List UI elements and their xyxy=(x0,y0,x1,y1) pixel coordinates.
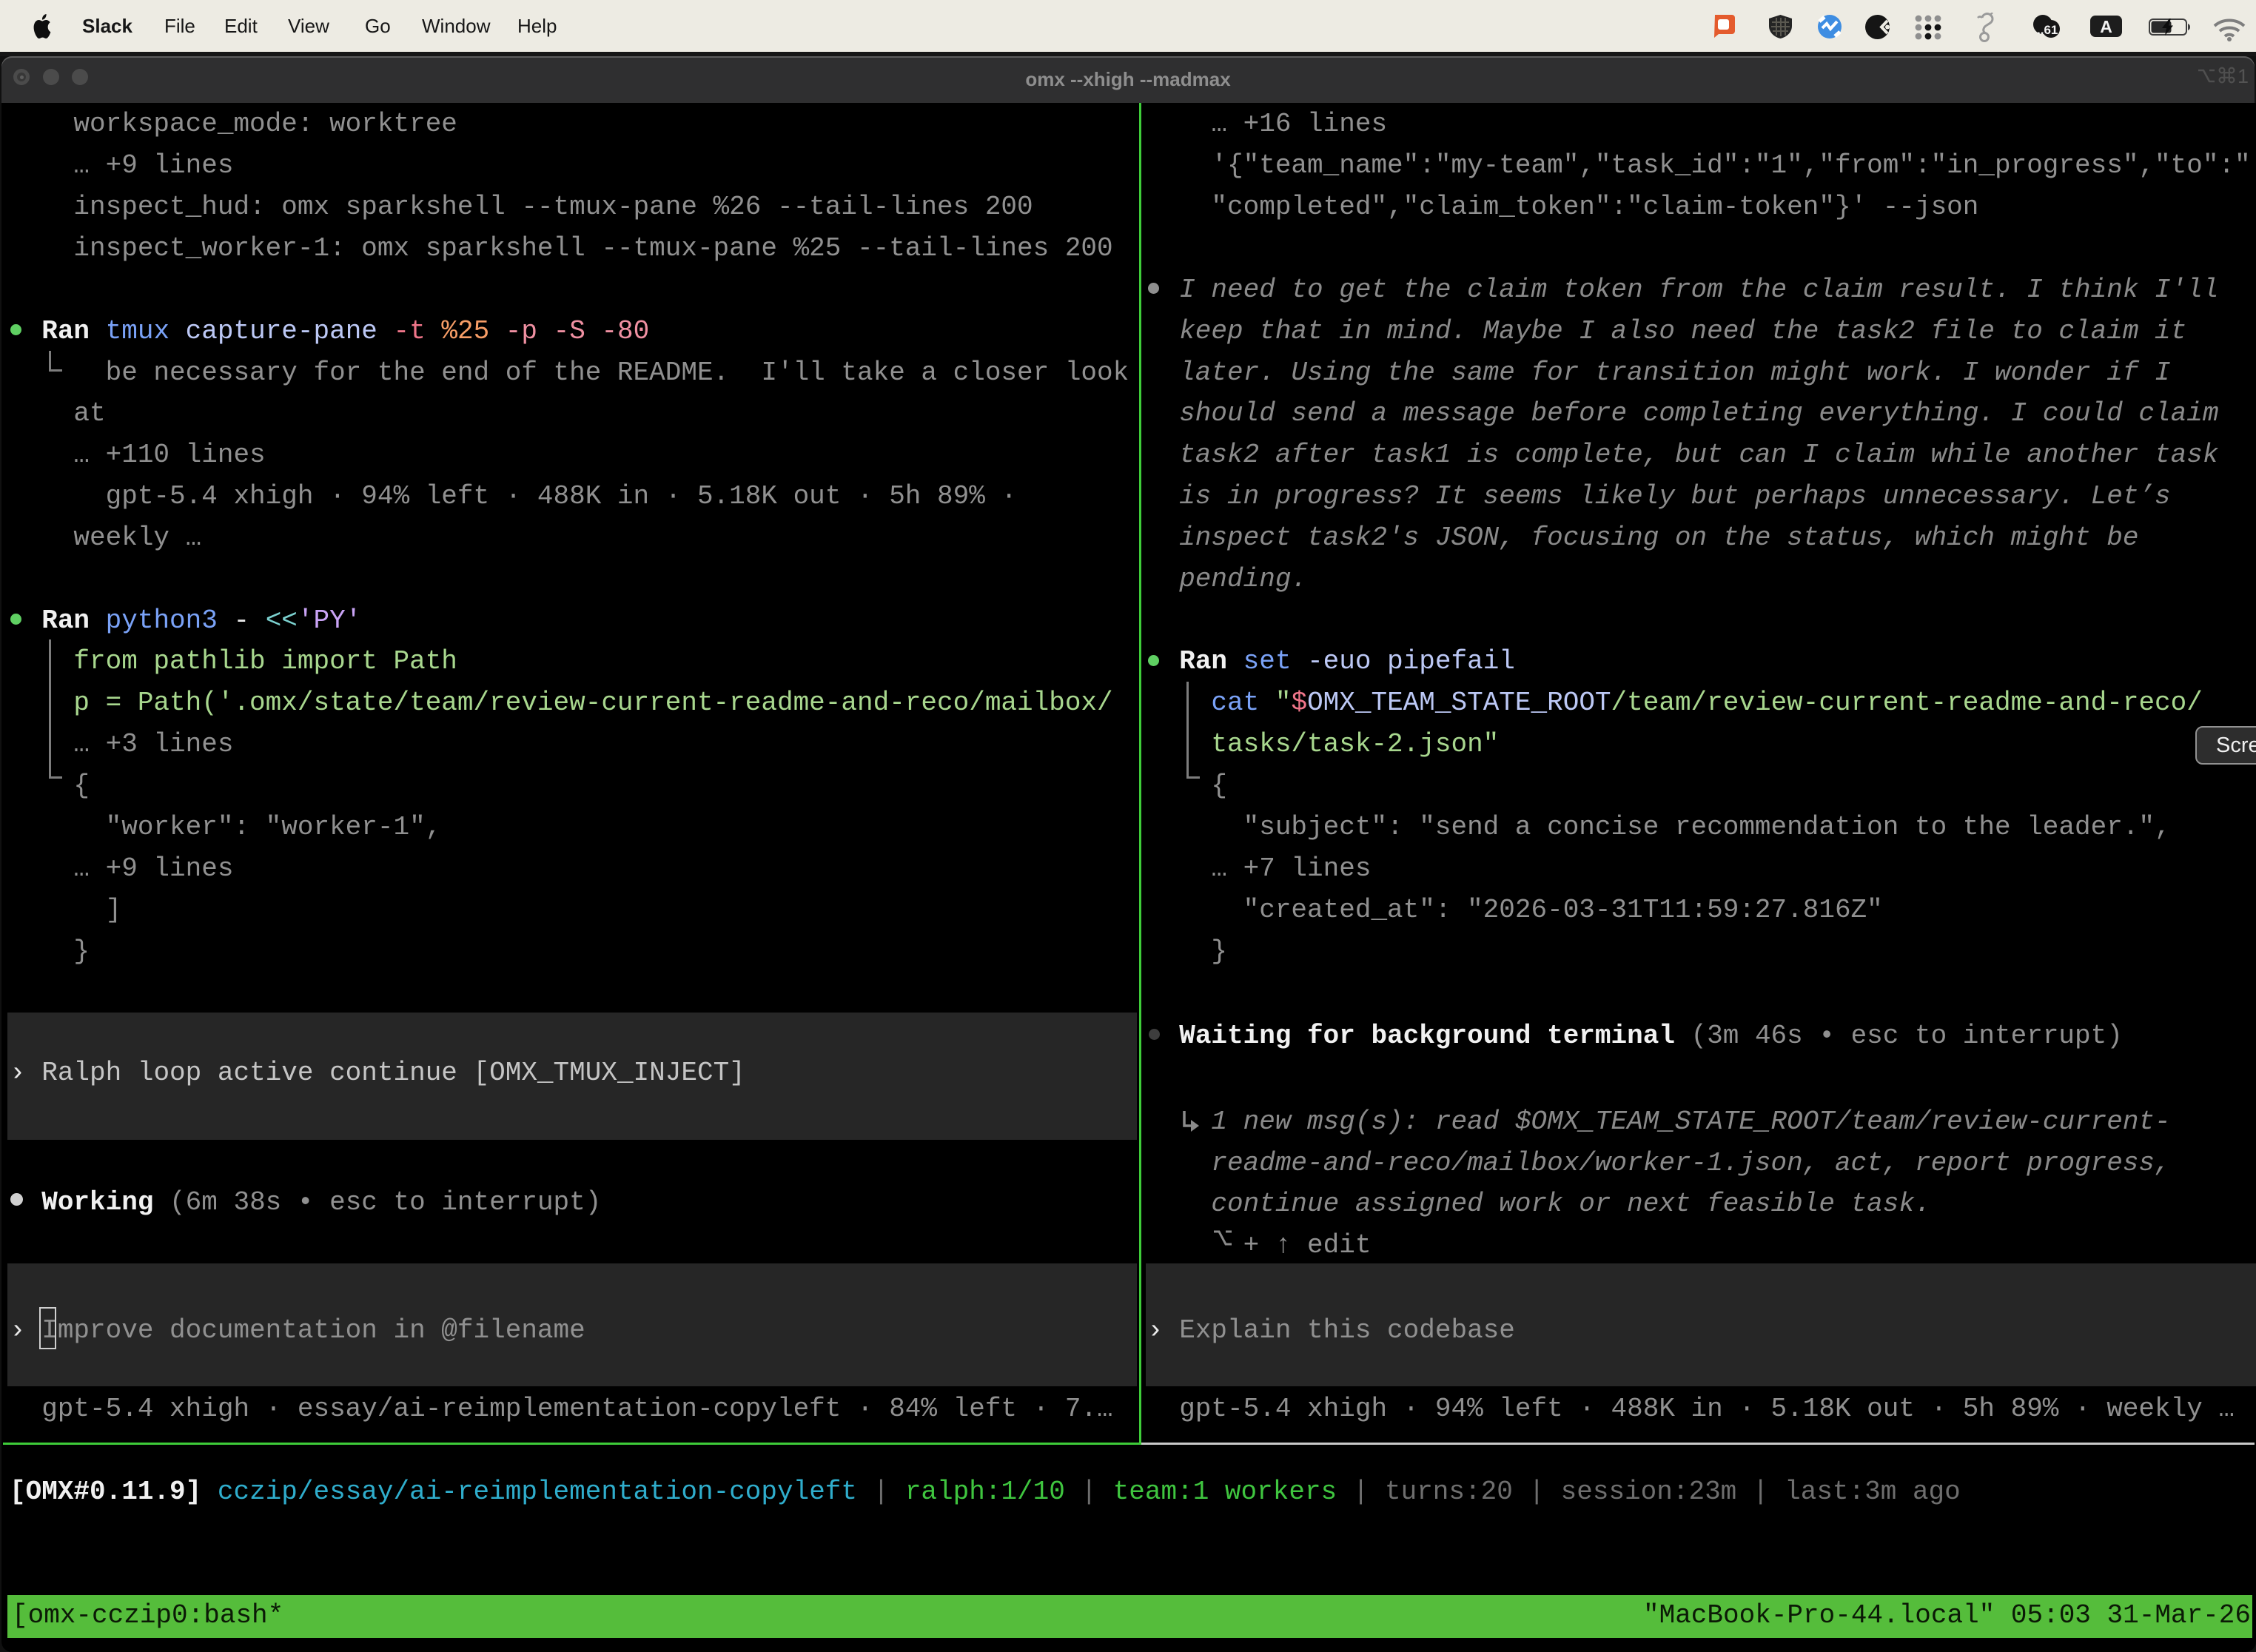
svg-text:..61: ..61 xyxy=(2037,23,2058,37)
svg-text:A: A xyxy=(2100,17,2112,36)
